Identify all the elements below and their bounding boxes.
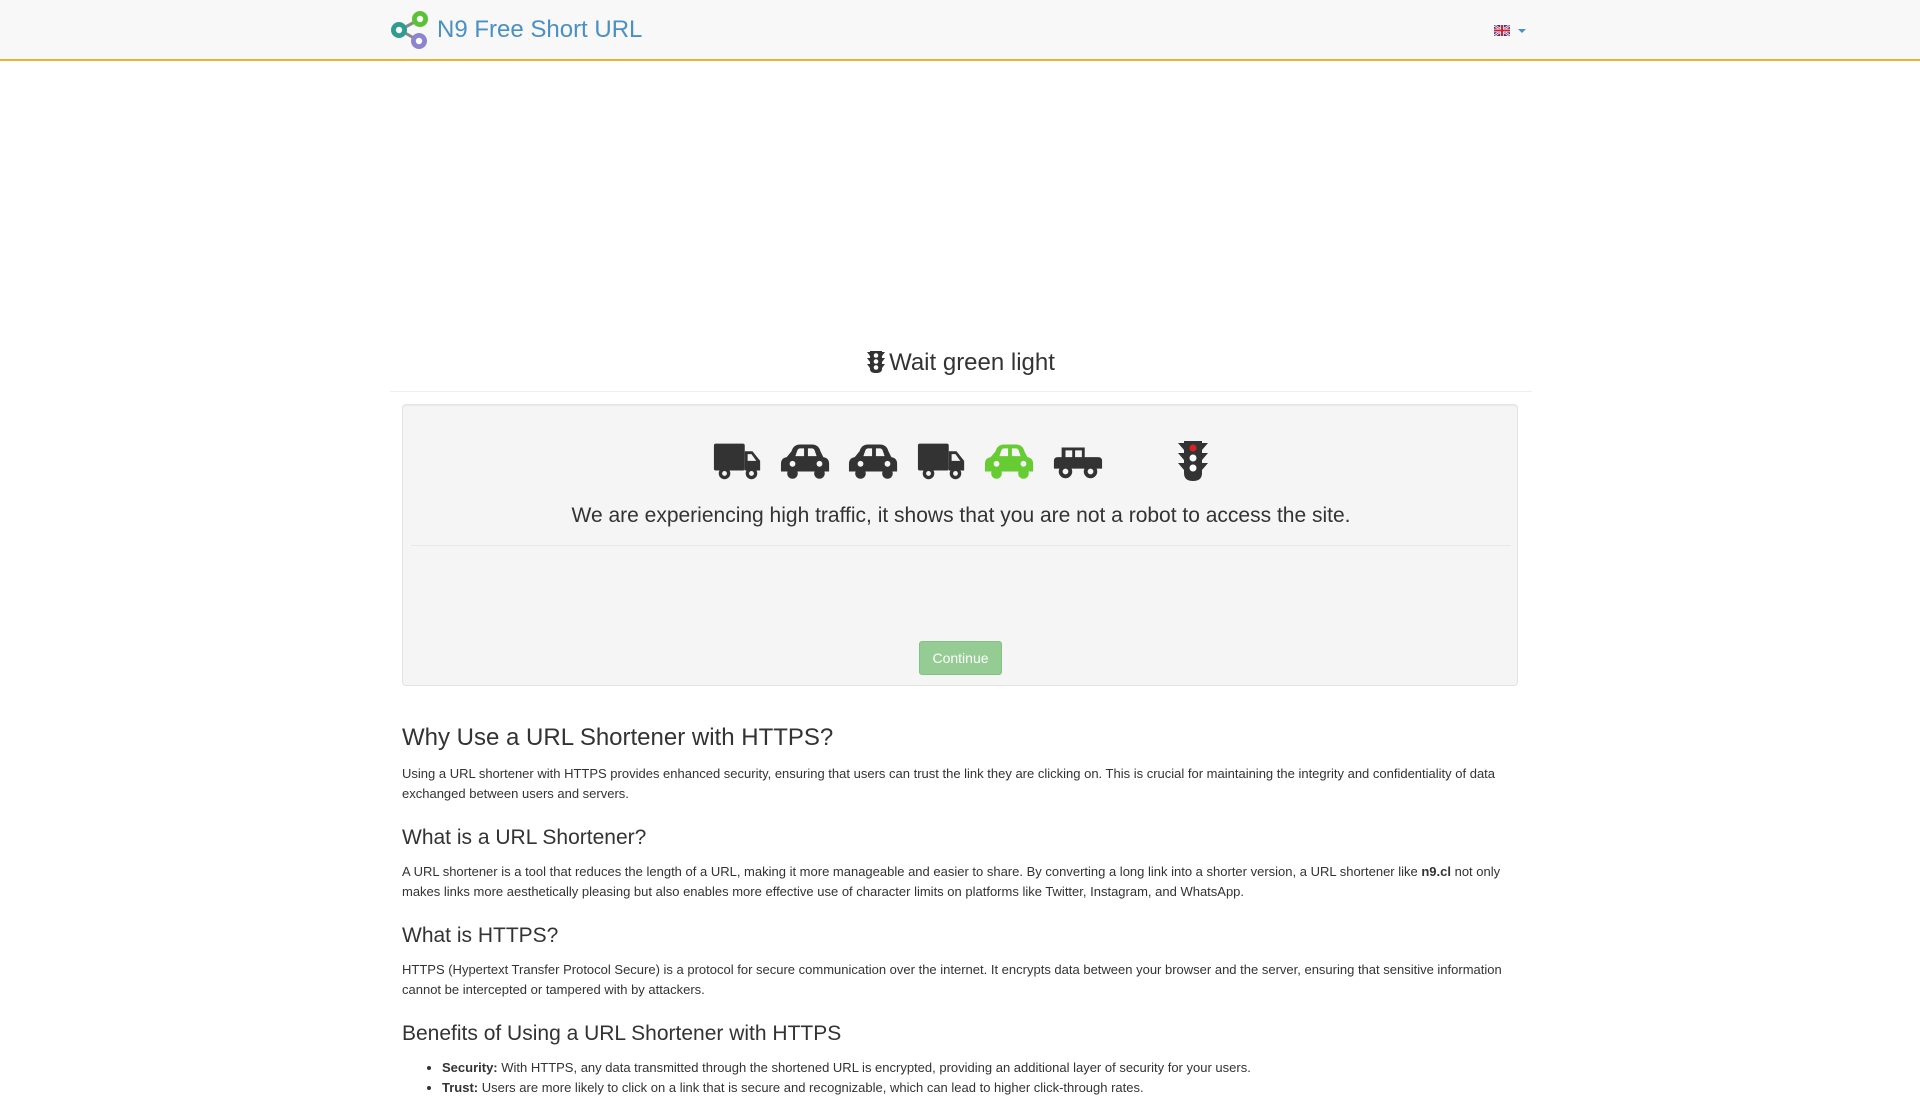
car-icon [780,444,830,479]
navbar: N9 Free Short URL [0,0,1920,61]
paragraph-why-https: Using a URL shortener with HTTPS provide… [402,766,1496,801]
paragraph-what-is-https: HTTPS (Hypertext Transfer Protocol Secur… [402,962,1502,997]
heading-benefits: Benefits of Using a URL Shortener with H… [402,1022,842,1045]
brand-link[interactable]: N9 Free Short URL [390,10,642,50]
chain-link-logo-icon [391,11,428,49]
uk-flag-icon [1494,25,1510,36]
continue-button[interactable]: Continue [919,641,1002,675]
car-icon [984,444,1034,479]
page-header: Wait green light [390,345,1532,392]
list-item: Security: With HTTPS, any data transmitt… [442,1058,1518,1078]
heading-why-https: Why Use a URL Shortener with HTTPS? [402,724,834,751]
ad-space [390,62,1530,332]
language-dropdown[interactable] [1494,25,1526,36]
chevron-down-icon [1518,28,1526,33]
jeep-icon [1053,447,1103,479]
benefit-label: Trust: [442,1080,479,1095]
article: Why Use a URL Shortener with HTTPS? Usin… [402,722,1518,1098]
heading-what-is-https: What is HTTPS? [402,924,559,947]
benefit-label: Security: [442,1060,498,1075]
wait-panel: We are experiencing high traffic, it sho… [402,404,1518,686]
truck-icon [917,443,965,480]
page-title-text: Wait green light [889,349,1055,376]
site-name: n9.cl [1421,864,1451,879]
vehicle-row [403,433,1519,485]
traffic-light-icon [867,351,886,373]
car-icon [848,444,898,479]
page-title: Wait green light [390,345,1532,381]
heading-what-is-shortener: What is a URL Shortener? [402,826,647,849]
paragraph-what-is-shortener: A URL shortener is a tool that reduces t… [402,862,1518,902]
traffic-message: We are experiencing high traffic, it sho… [571,504,1351,527]
benefits-list: Security: With HTTPS, any data transmitt… [442,1058,1518,1098]
benefit-text: Users are more likely to click on a link… [478,1080,1144,1095]
benefit-text: With HTTPS, any data transmitted through… [497,1060,1251,1075]
traffic-light-icon [1178,441,1208,481]
truck-icon [713,443,761,480]
text-segment: A URL shortener is a tool that reduces t… [402,864,1422,879]
divider [411,545,1511,546]
list-item: Trust: Users are more likely to click on… [442,1078,1518,1098]
brand-name: N9 Free Short URL [437,16,643,43]
